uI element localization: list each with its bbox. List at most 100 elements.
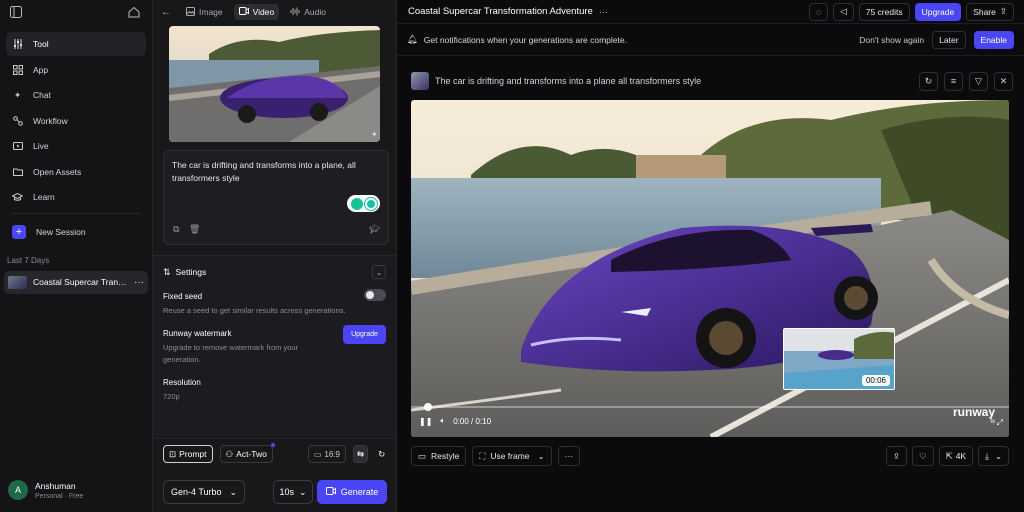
volume-icon[interactable]: 🔈︎ [440, 416, 445, 426]
megaphone-icon: ◁ [840, 6, 847, 16]
download-button[interactable]: ⤓ ⌄ [978, 446, 1009, 466]
pause-icon[interactable]: ❚❚ [419, 417, 432, 426]
user-profile[interactable]: A Anshuman Personal · Free [8, 480, 83, 500]
generation-actions: ▭ Restyle ⛶ Use frame ⌄ ··· ⇪ ♡ ⇱ 4K ⤓ ⌄ [411, 446, 1009, 466]
sidebar-item-label: Workflow [33, 115, 68, 126]
sidebar-item-label: App [33, 64, 49, 75]
plus-icon: + [12, 225, 26, 239]
later-button[interactable]: Later [932, 30, 966, 49]
duration-select[interactable]: 10s ⌄ [273, 480, 313, 504]
enable-button[interactable]: Enable [973, 30, 1014, 49]
refresh-icon: ↻ [924, 75, 933, 86]
watermark-description: Upgrade to remove watermark from your ge… [163, 343, 299, 364]
share-output-button[interactable]: ⇪ [885, 446, 907, 466]
announcements-button[interactable]: ◁ [833, 2, 854, 21]
video-scrubber[interactable] [411, 403, 1009, 411]
generate-button[interactable]: Generate [317, 480, 387, 504]
prompt-textbox[interactable]: The car is drifting and transforms into … [163, 150, 389, 245]
upscale-icon: ⇱ [945, 450, 953, 461]
chevron-down-icon[interactable]: ⌄ [372, 265, 386, 279]
chat-bubble-icon: ◌ [816, 6, 822, 17]
copy-icon[interactable]: ⧉ [173, 224, 179, 235]
chevron-down-icon: ⌄ [298, 486, 307, 497]
more-options-button[interactable]: ··· [557, 446, 581, 466]
workflow-icon [12, 115, 23, 126]
more-icon[interactable]: ··· [134, 277, 144, 288]
session-name: Coastal Supercar Transformation Adventur… [33, 277, 128, 287]
frame-icon: ⛶ [479, 450, 486, 461]
tab-label: Video [252, 7, 275, 17]
share-button[interactable]: Share ⇪ [966, 2, 1014, 21]
generation-header: The car is drifting and transforms into … [411, 71, 1013, 91]
upscale-button[interactable]: ⇱ 4K [938, 446, 974, 466]
act-two-button[interactable]: ⚇ Act-Two [219, 445, 273, 463]
fixed-seed-toggle[interactable] [364, 289, 386, 301]
generate-label: Generate [340, 487, 379, 497]
model-select[interactable]: Gen-4 Turbo ⌄ [163, 480, 245, 504]
use-frame-button[interactable]: ⛶ Use frame ⌄ [472, 446, 552, 466]
chevron-down-icon: ⌄ [229, 486, 237, 497]
upgrade-button[interactable]: Upgrade [914, 2, 962, 21]
favorite-button[interactable]: ♡ [911, 446, 934, 466]
new-badge-dot [271, 443, 275, 447]
sidebar-item-label: Learn [33, 192, 55, 202]
sidebar-item-chat[interactable]: ✦ Chat [6, 83, 146, 107]
home-icon[interactable] [128, 6, 140, 20]
settings-title: Settings [175, 267, 207, 277]
restyle-button[interactable]: ▭ Restyle [411, 446, 467, 466]
new-session-button[interactable]: + New Session [6, 220, 146, 244]
session-item[interactable]: Coastal Supercar Transformation Adventur… [4, 270, 148, 294]
sidebar-item-label: Live [33, 141, 49, 151]
tab-video[interactable]: Video [233, 4, 280, 20]
project-title[interactable]: Coastal Supercar Transformation Adventur… [408, 6, 593, 17]
adjust-icon: ⇆ [357, 448, 365, 459]
grammarly-badge[interactable] [347, 195, 380, 212]
video-player[interactable]: 00:06 ❚❚ 🔈︎ 0:00 / 0:10 runway fx ⤢ [411, 100, 1009, 437]
prompt-text[interactable]: The car is drifting and transforms into … [172, 159, 382, 185]
aspect-ratio-label: 16:9 [324, 449, 340, 459]
sidebar-toggle-icon[interactable] [10, 6, 22, 20]
dislike-button[interactable]: ▽ [969, 71, 988, 91]
act-two-label: Act-Two [236, 449, 267, 459]
feedback-button[interactable]: ◌ [809, 2, 829, 21]
watermark-upgrade-button[interactable]: Upgrade [343, 325, 386, 344]
sidebar-item-app[interactable]: App [6, 58, 146, 82]
media-tabs: ← Image Video Audio [153, 0, 396, 24]
sidebar-divider [12, 213, 140, 214]
left-sidebar: Tool App ✦ Chat Workflow Live Open Asset… [0, 0, 153, 512]
fullscreen-icon[interactable]: ⤢ [997, 418, 1003, 428]
adjust-button[interactable]: ⇆ [353, 445, 369, 463]
sidebar-item-tool[interactable]: Tool [6, 32, 146, 56]
settings-header[interactable]: ⇅ Settings ⌄ [163, 264, 386, 280]
thumbs-down-icon: ▽ [975, 75, 982, 86]
dont-show-again-link[interactable]: Don't show again [859, 35, 924, 45]
share-icon: ⇪ [892, 450, 900, 461]
tab-image[interactable]: Image [181, 4, 228, 21]
sidebar-item-learn[interactable]: Learn [6, 185, 146, 209]
tab-audio[interactable]: Audio [285, 4, 331, 21]
regenerate-button[interactable]: ↻ [919, 71, 938, 91]
player-controls: ❚❚ 🔈︎ 0:00 / 0:10 [419, 416, 491, 426]
tab-label: Audio [304, 7, 326, 17]
graduation-cap-icon [12, 192, 23, 203]
image-icon [186, 6, 195, 18]
back-arrow-icon[interactable]: ← [161, 7, 171, 18]
sidebar-item-live[interactable]: Live [6, 134, 146, 158]
details-button[interactable]: ≡ [944, 71, 963, 91]
prompt-mode-button[interactable]: ⊡ Prompt [163, 445, 213, 463]
credits-badge[interactable]: 75 credits [858, 2, 910, 21]
scrubber-handle[interactable] [424, 403, 432, 411]
aspect-ratio-button[interactable]: ▭ 16:9 [307, 445, 346, 463]
prompt-mode-label: Prompt [179, 449, 207, 459]
sidebar-item-label: Tool [33, 39, 49, 49]
reset-button[interactable]: ↻ [375, 445, 388, 463]
graduation-cap-icon[interactable]: 🎓︎ [369, 224, 380, 235]
close-button[interactable]: ✕ [994, 71, 1013, 91]
sidebar-item-workflow[interactable]: Workflow [6, 109, 146, 133]
sparkle-icon: ✦ [13, 89, 22, 100]
input-image-preview[interactable]: ✦ [169, 26, 380, 142]
sidebar-item-open-assets[interactable]: Open Assets [6, 160, 146, 184]
trash-icon[interactable]: 🗑︎ [189, 224, 200, 235]
session-thumbnail [8, 275, 27, 289]
more-icon[interactable]: ··· [599, 7, 608, 17]
